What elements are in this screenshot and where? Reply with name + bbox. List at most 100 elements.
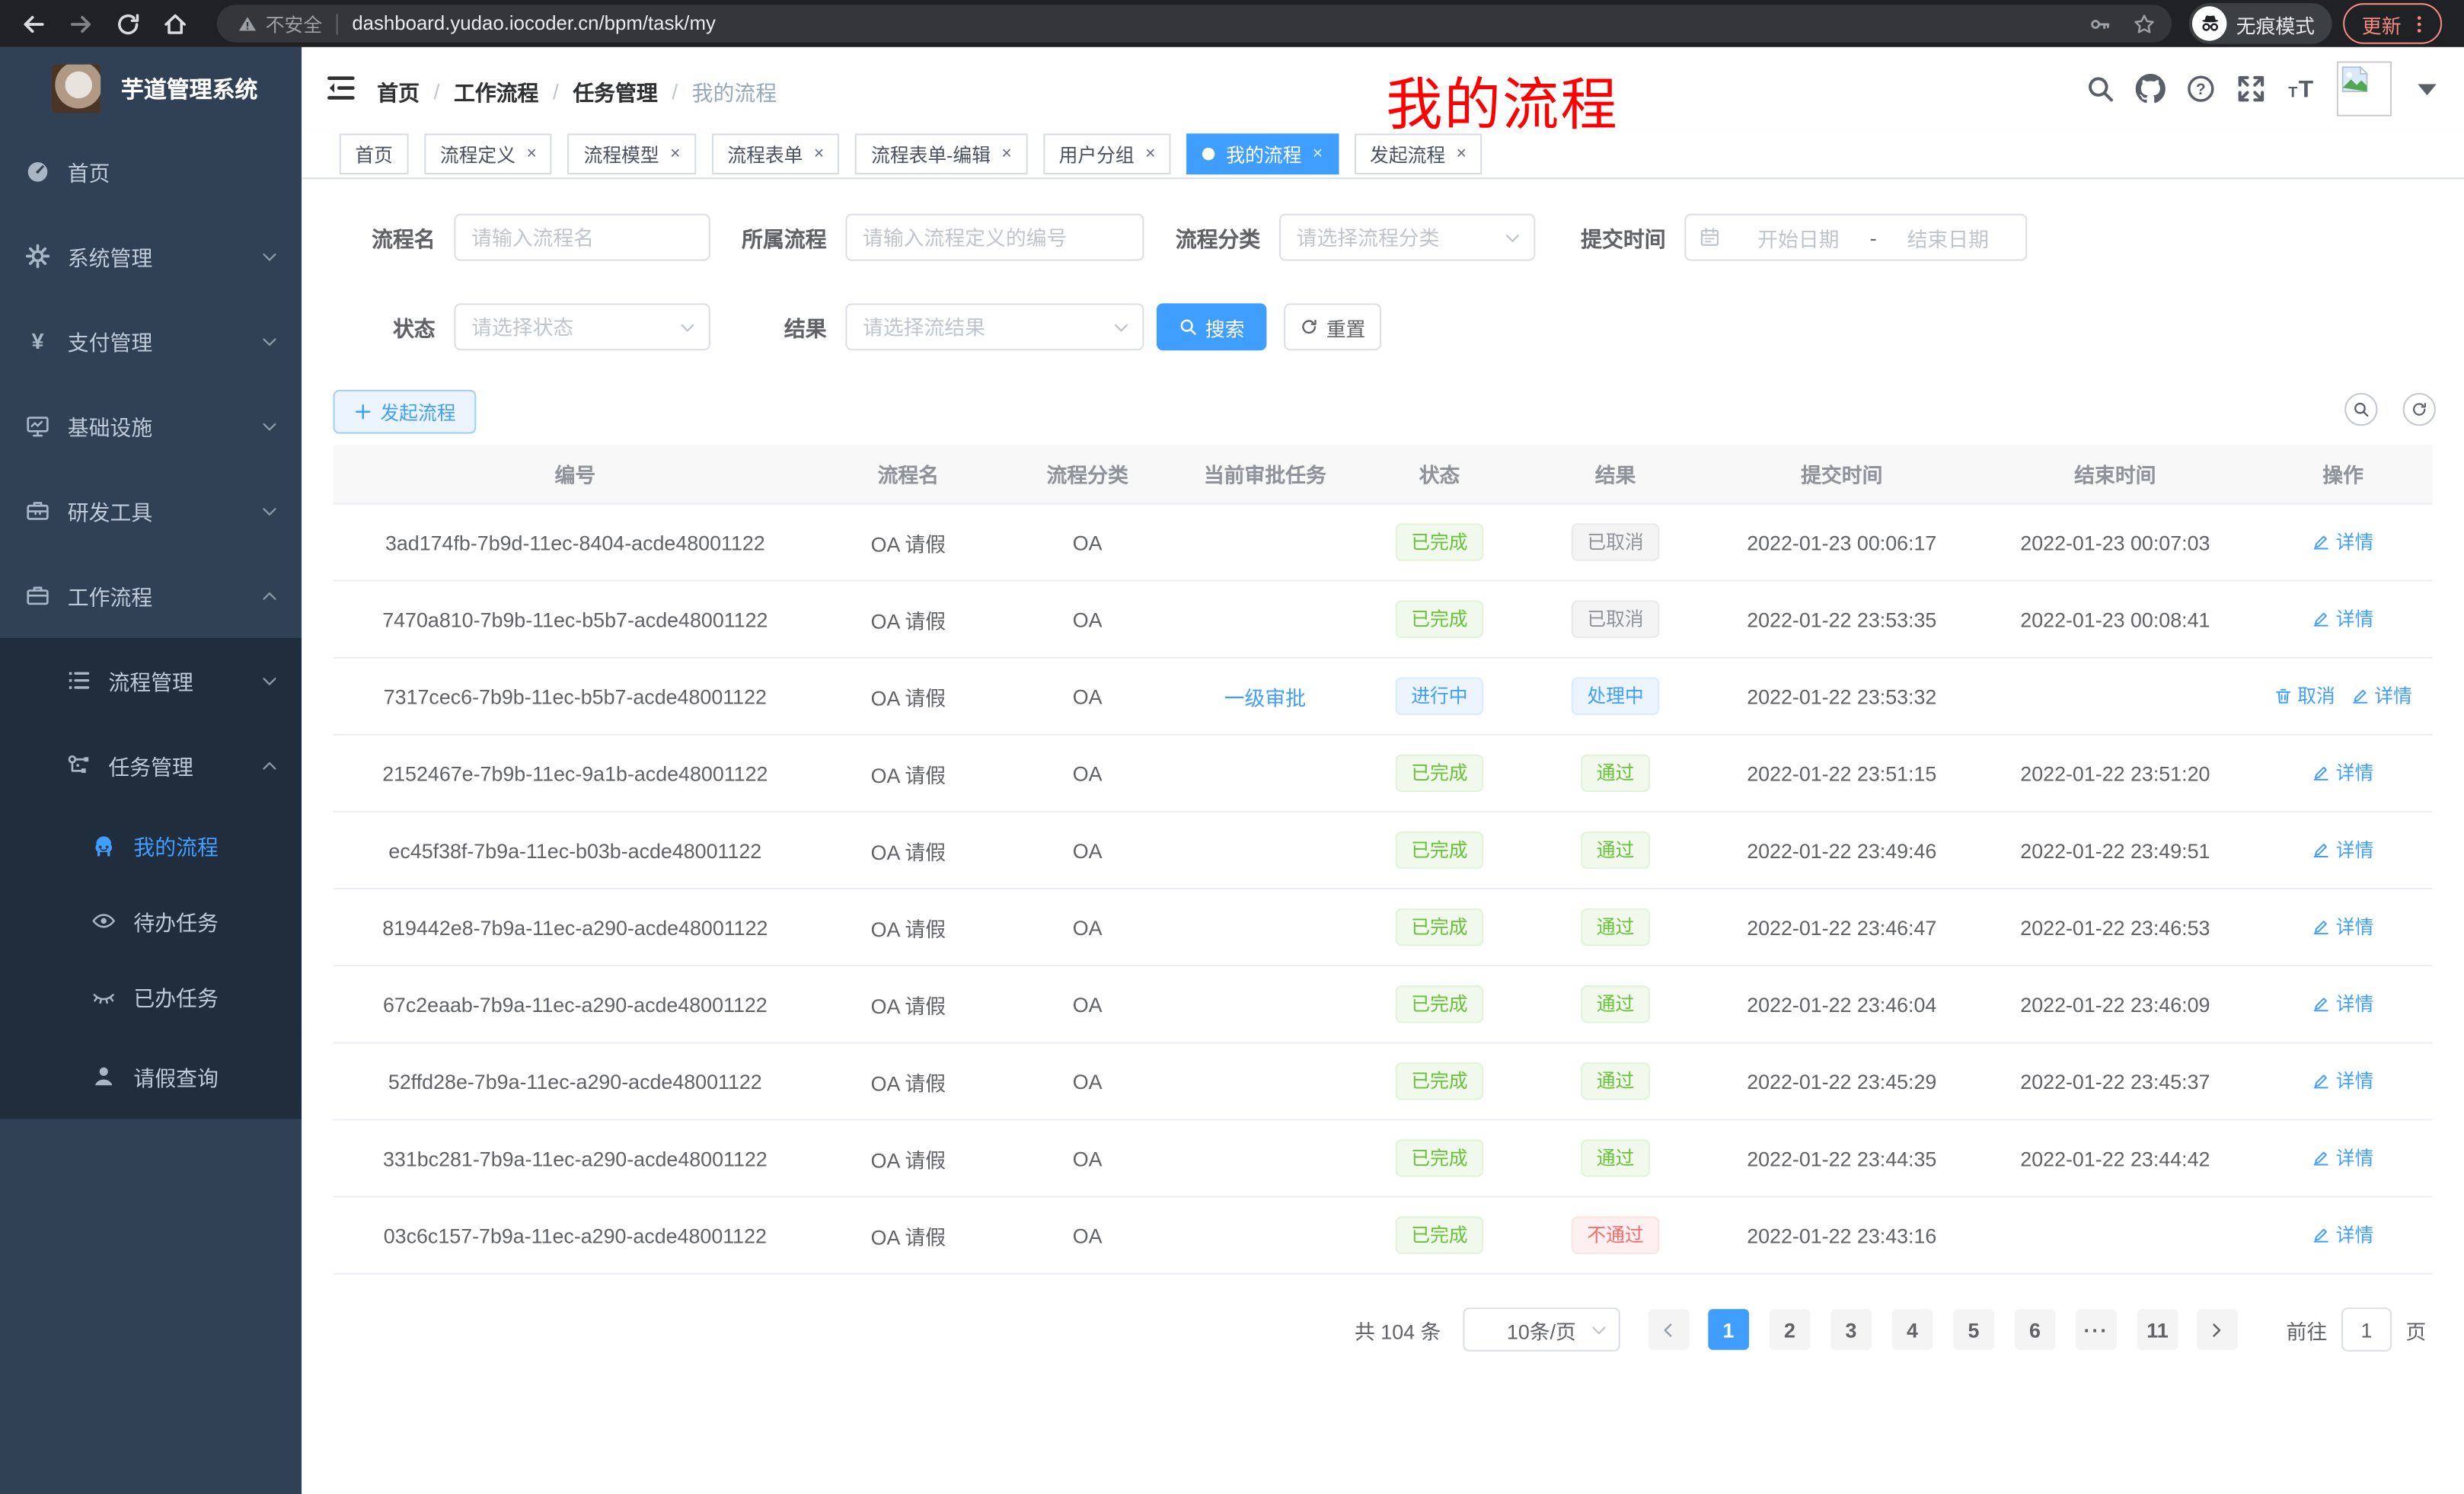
result-select[interactable]: [845, 303, 1144, 350]
detail-link[interactable]: 详情: [2312, 1068, 2374, 1094]
page-button-11[interactable]: 11: [2137, 1309, 2178, 1350]
plus-icon: [353, 402, 372, 421]
detail-link[interactable]: 详情: [2351, 682, 2412, 709]
avatar-dropdown-icon[interactable]: [2412, 73, 2442, 103]
sidebar-item-1[interactable]: 系统管理: [0, 214, 302, 298]
sidebar-item-6[interactable]: 流程管理: [0, 638, 302, 723]
close-icon[interactable]: ×: [1313, 145, 1323, 163]
cell-end-time: 2022-01-23 00:08:41: [1977, 608, 2253, 631]
page-button-4[interactable]: 4: [1892, 1309, 1933, 1350]
sidebar-item-9[interactable]: 待办任务: [0, 883, 302, 959]
cell-category: OA: [1000, 992, 1176, 1016]
create-process-button[interactable]: 发起流程: [334, 390, 477, 434]
category-label: 流程分类: [1157, 222, 1260, 253]
tab-3[interactable]: 流程表单×: [712, 133, 840, 174]
page-button-2[interactable]: 2: [1770, 1309, 1811, 1350]
fullscreen-icon[interactable]: [2236, 73, 2266, 103]
tab-0[interactable]: 首页: [340, 133, 409, 174]
page-button-6[interactable]: 6: [2015, 1309, 2056, 1350]
tab-2[interactable]: 流程模型×: [568, 133, 696, 174]
font-size-icon[interactable]: TT: [2287, 73, 2316, 103]
detail-link[interactable]: 详情: [2312, 991, 2374, 1017]
browser-update-button[interactable]: 更新: [2343, 3, 2442, 44]
browser-home-icon[interactable]: [162, 10, 189, 37]
dashboard-icon: [25, 158, 50, 184]
column-header: 流程名: [817, 459, 999, 489]
breadcrumb-task[interactable]: 任务管理: [573, 75, 657, 107]
browser-reload-icon[interactable]: [115, 10, 142, 37]
sidebar-collapse-button[interactable]: [325, 72, 356, 104]
breadcrumb-home[interactable]: 首页: [377, 75, 420, 107]
sidebar-item-7[interactable]: 任务管理: [0, 723, 302, 807]
sidebar-item-11[interactable]: 请假查询: [0, 1034, 302, 1119]
next-page-button[interactable]: [2197, 1309, 2238, 1350]
detail-link[interactable]: 详情: [2312, 836, 2374, 863]
detail-link[interactable]: 详情: [2312, 914, 2374, 940]
detail-link[interactable]: 详情: [2312, 528, 2374, 555]
page-button-5[interactable]: 5: [1953, 1309, 1994, 1350]
breadcrumb-workflow[interactable]: 工作流程: [454, 75, 538, 107]
browser-forward-icon[interactable]: [68, 10, 94, 37]
page-button-1[interactable]: 1: [1708, 1309, 1749, 1350]
page-button-3[interactable]: 3: [1830, 1309, 1872, 1350]
list-icon: [66, 668, 91, 693]
search-icon[interactable]: [2086, 73, 2115, 103]
tab-bar: 首页流程定义× 流程模型× 流程表单× 流程表单-编辑× 用户分组× 我的流程× 发起流程×: [302, 129, 2464, 179]
browser-back-icon[interactable]: [21, 10, 47, 37]
goto-page-input[interactable]: [2341, 1307, 2392, 1352]
task-link[interactable]: 一级审批: [1224, 686, 1306, 710]
start-date-placeholder[interactable]: 开始日期: [1733, 222, 1863, 252]
help-icon[interactable]: ?: [2186, 73, 2216, 103]
cell-actions: 取消详情: [2253, 682, 2432, 710]
bookmark-star-icon[interactable]: [2133, 11, 2156, 35]
tab-6[interactable]: 我的流程×: [1187, 133, 1339, 174]
password-key-icon[interactable]: [2089, 11, 2112, 35]
result-badge: 通过: [1581, 832, 1650, 870]
sidebar-item-0[interactable]: 首页: [0, 129, 302, 213]
end-date-placeholder[interactable]: 结束日期: [1883, 222, 2013, 252]
page-size-select[interactable]: 10条/页: [1463, 1307, 1620, 1352]
address-bar[interactable]: 不安全 dashboard.yudao.iocoder.cn/bpm/task/…: [217, 5, 2172, 43]
page-more-button[interactable]: ···: [2076, 1309, 2117, 1350]
tab-5[interactable]: 用户分组×: [1043, 133, 1171, 174]
sidebar-item-5[interactable]: 工作流程: [0, 553, 302, 637]
close-icon[interactable]: ×: [814, 145, 824, 163]
detail-link[interactable]: 详情: [2312, 605, 2374, 632]
sidebar-item-3[interactable]: 基础设施: [0, 384, 302, 468]
sidebar-item-10[interactable]: 已办任务: [0, 959, 302, 1034]
prev-page-button[interactable]: [1649, 1309, 1690, 1350]
refresh-table-button[interactable]: [2403, 393, 2436, 426]
detail-link[interactable]: 详情: [2312, 1144, 2374, 1171]
toggle-search-button[interactable]: [2344, 393, 2377, 426]
close-icon[interactable]: ×: [670, 145, 680, 163]
edit-icon: [2312, 1071, 2332, 1090]
search-button[interactable]: 搜索: [1157, 303, 1266, 350]
sidebar-item-4[interactable]: 研发工具: [0, 468, 302, 553]
filter-submit-time: 提交时间 开始日期 - 结束日期: [1572, 214, 2028, 261]
table-row: 52ffd28e-7b9a-11ec-a290-acde48001122OA 请…: [334, 1043, 2433, 1120]
tab-4[interactable]: 流程表单-编辑×: [855, 133, 1027, 174]
cancel-link[interactable]: 取消: [2274, 682, 2335, 709]
close-icon[interactable]: ×: [1457, 145, 1467, 163]
close-icon[interactable]: ×: [1145, 145, 1155, 163]
column-header: 结果: [1524, 459, 1706, 489]
process-def-input[interactable]: [845, 214, 1144, 261]
detail-link[interactable]: 详情: [2312, 1221, 2374, 1248]
close-icon[interactable]: ×: [1001, 145, 1011, 163]
detail-link[interactable]: 详情: [2312, 759, 2374, 786]
cell-submit-time: 2022-01-22 23:53:35: [1706, 608, 1977, 631]
tab-1[interactable]: 流程定义×: [424, 133, 552, 174]
github-icon[interactable]: [2136, 73, 2166, 103]
browser-menu-icon[interactable]: [2409, 14, 2430, 34]
process-name-input[interactable]: [454, 214, 710, 261]
sidebar-item-2[interactable]: ¥支付管理: [0, 298, 302, 383]
status-select[interactable]: [454, 303, 710, 350]
user-avatar[interactable]: [2337, 60, 2392, 115]
sidebar-item-8[interactable]: 我的流程: [0, 808, 302, 883]
date-range-picker[interactable]: 开始日期 - 结束日期: [1684, 214, 2027, 261]
category-select[interactable]: [1279, 214, 1535, 261]
cell-task[interactable]: 一级审批: [1176, 682, 1355, 711]
reset-button[interactable]: 重置: [1284, 303, 1381, 350]
tab-7[interactable]: 发起流程×: [1354, 133, 1482, 174]
close-icon[interactable]: ×: [526, 145, 536, 163]
